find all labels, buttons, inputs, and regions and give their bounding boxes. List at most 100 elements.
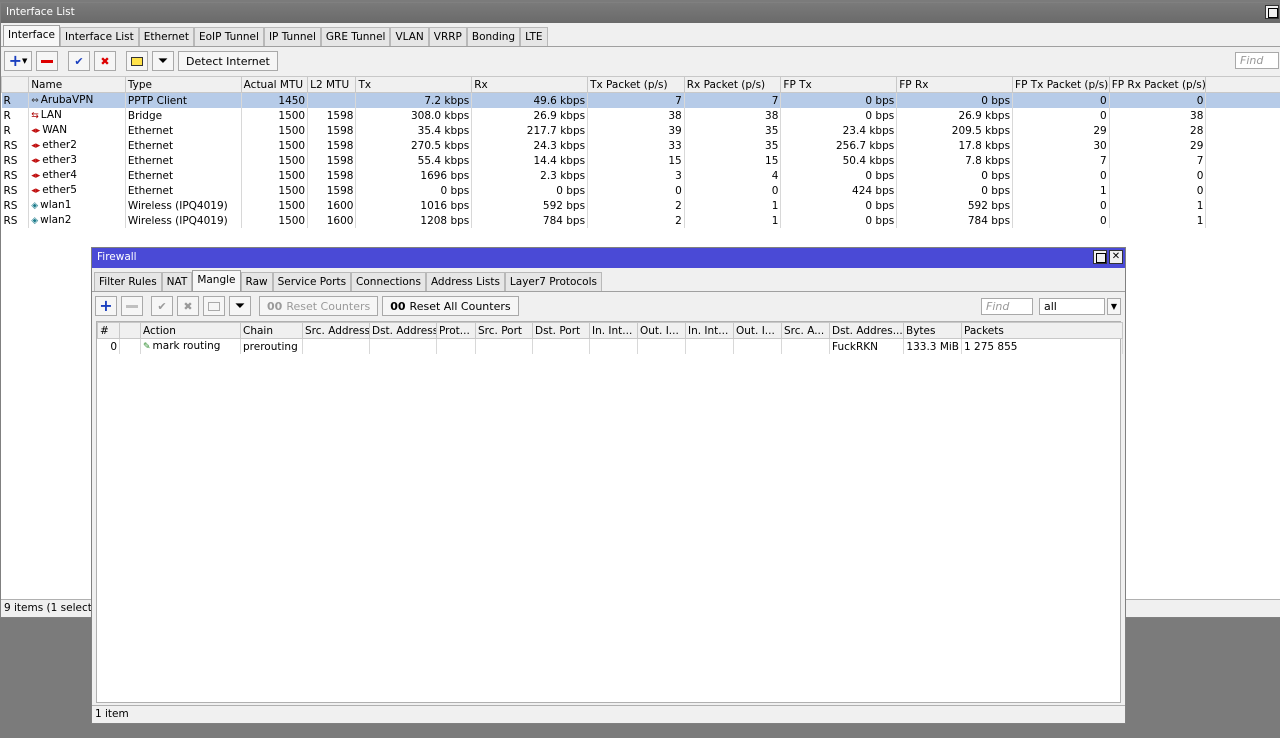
column-header[interactable]: Type: [124, 76, 242, 93]
comment-rule-button[interactable]: [203, 296, 225, 316]
tab-interface-list[interactable]: Interface List: [60, 27, 139, 46]
tab-raw[interactable]: Raw: [240, 272, 273, 291]
disable-rule-button[interactable]: ✖: [177, 296, 199, 316]
column-header[interactable]: Prot...: [436, 322, 476, 339]
column-header[interactable]: Src. A...: [781, 322, 830, 339]
table-row[interactable]: RS ◂▸ ether4 Ethernet 1500 1598 1696 bps 2.3 kb…: [1, 168, 1280, 183]
column-header[interactable]: Tx: [355, 76, 473, 93]
interface-name: ether3: [42, 154, 77, 166]
tab-service-ports[interactable]: Service Ports: [272, 272, 352, 291]
maximize-button[interactable]: [1093, 250, 1107, 264]
column-header[interactable]: Action: [140, 322, 241, 339]
tab-vrrp[interactable]: VRRP: [428, 27, 467, 46]
cell-flag: R: [1, 108, 30, 123]
tab-filter-rules[interactable]: Filter Rules: [94, 272, 162, 291]
cell-type: Ethernet: [125, 168, 242, 183]
close-button[interactable]: ✕: [1109, 250, 1123, 264]
tab-layer7-protocols[interactable]: Layer7 Protocols: [504, 272, 602, 291]
table-row[interactable]: RS ◂▸ ether5 Ethernet 1500 1598 0 bps 0 bps 0 0 42…: [1, 183, 1280, 198]
add-rule-button[interactable]: +: [95, 296, 117, 316]
cell-flag: R: [1, 123, 30, 138]
tab-address-lists[interactable]: Address Lists: [425, 272, 505, 291]
cell-rx: 2.3 kbps: [471, 168, 589, 183]
cell-empty: [369, 338, 437, 354]
column-header[interactable]: Src. Port: [475, 322, 533, 339]
tab-ip-tunnel[interactable]: IP Tunnel: [263, 27, 321, 46]
chain-filter-select[interactable]: all: [1039, 298, 1105, 315]
add-button[interactable]: + ▼: [4, 51, 32, 71]
column-header[interactable]: Src. Address: [302, 322, 370, 339]
table-row[interactable]: RS ◂▸ ether3 Ethernet 1500 1598 55.4 kbps 14.4 …: [1, 153, 1280, 168]
column-header[interactable]: Name: [28, 76, 126, 93]
column-header[interactable]: Chain: [240, 322, 303, 339]
tab-connections[interactable]: Connections: [351, 272, 426, 291]
firewall-titlebar[interactable]: Firewall ✕: [92, 248, 1125, 268]
filter-button[interactable]: ⏷: [229, 296, 251, 316]
wireless-icon: ◈: [31, 216, 39, 226]
column-header[interactable]: FP Rx: [896, 76, 1014, 93]
column-header[interactable]: FP Tx Packet (p/s): [1012, 76, 1110, 93]
column-header[interactable]: L2 MTU: [307, 76, 357, 93]
tab-vlan[interactable]: VLAN: [390, 27, 429, 46]
column-header[interactable]: [0, 76, 30, 93]
find-input[interactable]: Find: [1235, 52, 1279, 69]
enable-button[interactable]: ✔: [68, 51, 90, 71]
table-row[interactable]: RS ◈ wlan2 Wireless (IPQ4019) 1500 1600 1208 b…: [1, 213, 1280, 228]
enable-rule-button[interactable]: ✔: [151, 296, 173, 316]
column-header[interactable]: In. Int...: [589, 322, 638, 339]
column-header[interactable]: Dst. Addres...: [829, 322, 904, 339]
tab-lte[interactable]: LTE: [520, 27, 548, 46]
column-header[interactable]: Rx: [471, 76, 589, 93]
reset-all-counters-button[interactable]: 00 Reset All Counters: [382, 296, 519, 316]
column-header[interactable]: In. Int...: [685, 322, 734, 339]
interface-list-titlebar[interactable]: Interface List: [1, 3, 1280, 23]
table-row[interactable]: RS ◂▸ ether2 Ethernet 1500 1598 270.5 kbps 24.3…: [1, 138, 1280, 153]
cell-rxp: 0: [684, 183, 782, 198]
column-header[interactable]: Bytes: [903, 322, 962, 339]
column-header[interactable]: Packets: [961, 322, 1123, 339]
firewall-toolbar: + ✔ ✖ ⏷ 00 Reset Counters 00 Reset All Cou…: [92, 292, 1125, 320]
column-header[interactable]: Actual MTU: [240, 76, 309, 93]
tab-gre-tunnel[interactable]: GRE Tunnel: [320, 27, 391, 46]
tab-nat[interactable]: NAT: [161, 272, 193, 291]
chain-filter-dropdown[interactable]: ▼: [1107, 298, 1121, 315]
remove-rule-button[interactable]: [121, 296, 143, 316]
column-header[interactable]: Dst. Address: [369, 322, 437, 339]
tab-eoip-tunnel[interactable]: EoIP Tunnel: [193, 27, 264, 46]
tab-ethernet[interactable]: Ethernet: [138, 27, 194, 46]
column-header[interactable]: Tx Packet (p/s): [587, 76, 685, 93]
column-header[interactable]: Out. I...: [733, 322, 782, 339]
column-header[interactable]: Rx Packet (p/s): [683, 76, 782, 93]
tab-mangle[interactable]: Mangle: [192, 270, 241, 291]
table-row[interactable]: R ⇔ ArubaVPN PPTP Client 1450 7.2 kbps 49.6 kb…: [1, 92, 1280, 108]
tab-bonding[interactable]: Bonding: [466, 27, 521, 46]
comment-button[interactable]: [126, 51, 148, 71]
cell-empty: [475, 338, 533, 354]
detect-internet-button[interactable]: Detect Internet: [178, 51, 278, 71]
table-row[interactable]: R ⇆ LAN Bridge 1500 1598 308.0 kbps 26.9 kbps 38…: [1, 108, 1280, 123]
reset-counters-button[interactable]: 00 Reset Counters: [259, 296, 379, 316]
column-menu[interactable]: [1205, 76, 1280, 93]
cell-fprx: 17.8 kbps: [896, 138, 1014, 153]
column-header[interactable]: FP Tx: [780, 76, 898, 93]
table-row[interactable]: RS ◈ wlan1 Wireless (IPQ4019) 1500 1600 1016 b…: [1, 198, 1280, 213]
column-header[interactable]: #: [97, 322, 120, 339]
remove-button[interactable]: [36, 51, 58, 71]
disable-button[interactable]: ✖: [94, 51, 116, 71]
filter-button[interactable]: ⏷: [152, 51, 174, 71]
column-header[interactable]: [119, 322, 141, 339]
cell-rxp: 1: [684, 213, 782, 228]
column-header[interactable]: FP Rx Packet (p/s): [1108, 76, 1207, 93]
cell-empty: [532, 338, 590, 354]
maximize-button[interactable]: [1265, 5, 1279, 19]
tab-interface[interactable]: Interface: [3, 25, 61, 46]
firewall-window: Firewall ✕ Filter Rules NAT Mangle Raw Servi…: [91, 247, 1126, 724]
column-header[interactable]: Out. I...: [637, 322, 686, 339]
table-row[interactable]: 0 ✎ mark routing prerouting FuckRKN 133.3 MiB…: [97, 338, 1123, 354]
cell-txp: 2: [587, 198, 685, 213]
cell-packets: 1 275 855: [961, 338, 1123, 354]
column-header[interactable]: Dst. Port: [532, 322, 590, 339]
cell-mtu: 1500: [241, 168, 309, 183]
find-input[interactable]: Find: [981, 298, 1033, 315]
table-row[interactable]: R ◂▸ WAN Ethernet 1500 1598 35.4 kbps 217.7 kbp…: [1, 123, 1280, 138]
